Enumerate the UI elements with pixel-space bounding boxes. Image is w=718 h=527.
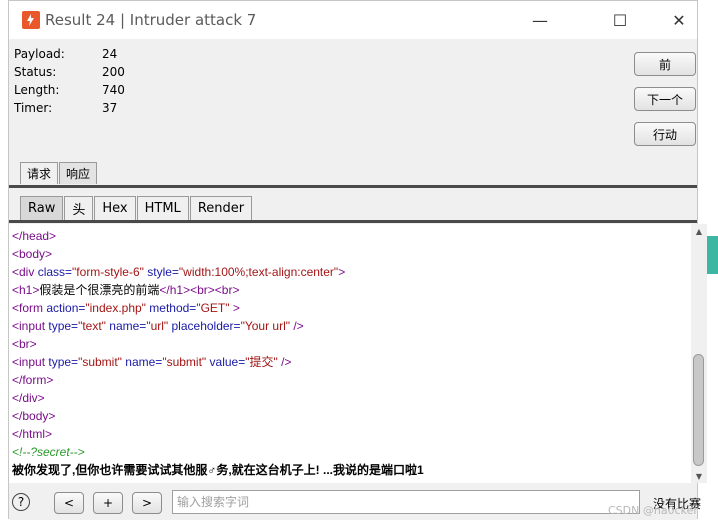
search-bar: ? < + > 没有比赛 [9, 483, 701, 520]
message-tabs: 请求 响应 [20, 162, 98, 184]
tab-divider [9, 185, 697, 188]
code-line: <input type="text" name="url" placeholde… [12, 319, 304, 333]
title-bar: Result 24 | Intruder attack 7 — ☐ ✕ [9, 1, 697, 39]
code-line: <body> [12, 247, 53, 261]
action-button[interactable]: 行动 [634, 122, 696, 146]
payload-value: 24 [102, 47, 118, 61]
editor-scrollbar[interactable]: ▲ ▼ [691, 224, 707, 483]
result-window: Result 24 | Intruder attack 7 — ☐ ✕ Payl… [8, 0, 707, 520]
tab-response[interactable]: 响应 [59, 162, 98, 184]
tab-request[interactable]: 请求 [20, 162, 59, 184]
maximize-button[interactable]: ☐ [597, 6, 643, 34]
code-line: <form action="index.php" method="GET" > [12, 301, 240, 315]
search-next-button[interactable]: > [132, 492, 162, 514]
code-line: <br> [12, 337, 37, 351]
scroll-up-arrow-icon[interactable]: ▲ [691, 224, 707, 238]
search-input[interactable] [172, 490, 640, 514]
code-line: </form> [12, 373, 54, 387]
next-result-button[interactable]: 下一个 [634, 87, 696, 111]
status-label: Status: [14, 65, 57, 79]
burp-app-icon [22, 11, 40, 29]
minimize-button[interactable]: — [517, 6, 563, 34]
response-code: </head> <body> <div class="form-style-6"… [12, 227, 424, 479]
length-value: 740 [102, 83, 125, 97]
payload-label: Payload: [14, 47, 65, 61]
tab-raw[interactable]: Raw [20, 196, 64, 220]
scroll-down-arrow-icon[interactable]: ▼ [691, 469, 707, 483]
help-icon[interactable]: ? [12, 493, 30, 511]
code-line: <div class="form-style-6" style="width:1… [12, 265, 346, 279]
close-button[interactable]: ✕ [656, 6, 702, 34]
tab-hex[interactable]: Hex [94, 196, 136, 220]
code-line: 被你发现了,但你也许需要试试其他服♂务,就在这台机子上! ...我说的是端口啦1 [12, 463, 424, 477]
tab-html[interactable]: HTML [136, 196, 189, 220]
view-tab-divider [9, 220, 697, 223]
tab-headers[interactable]: 头 [64, 196, 94, 220]
status-value: 200 [102, 65, 125, 79]
search-prev-button[interactable]: < [54, 492, 84, 514]
length-label: Length: [14, 83, 60, 97]
code-line: </div> [12, 391, 45, 405]
tab-render[interactable]: Render [189, 196, 253, 220]
timer-label: Timer: [14, 101, 53, 115]
code-line: <!--?secret--> [12, 445, 85, 459]
result-info: Payload: 24 Status: 200 Length: 740 Timer: 3… [14, 45, 125, 117]
code-line: <h1>假装是个很漂亮的前端</h1><br><br> [12, 283, 240, 297]
search-add-button[interactable]: + [93, 492, 123, 514]
response-editor[interactable]: </head> <body> <div class="form-style-6"… [9, 224, 691, 483]
scrollbar-thumb[interactable] [693, 354, 704, 466]
code-line: </html> [12, 427, 53, 441]
window-title: Result 24 | Intruder attack 7 [45, 11, 257, 29]
code-line: </head> [12, 229, 57, 243]
code-line: </body> [12, 409, 56, 423]
view-tabs: Raw 头 Hex HTML Render [20, 196, 253, 220]
timer-value: 37 [102, 101, 118, 115]
previous-result-button[interactable]: 前 [634, 52, 696, 76]
code-line: <input type="submit" name="submit" value… [12, 355, 292, 369]
watermark: CSDN @ha0cker [608, 504, 698, 517]
